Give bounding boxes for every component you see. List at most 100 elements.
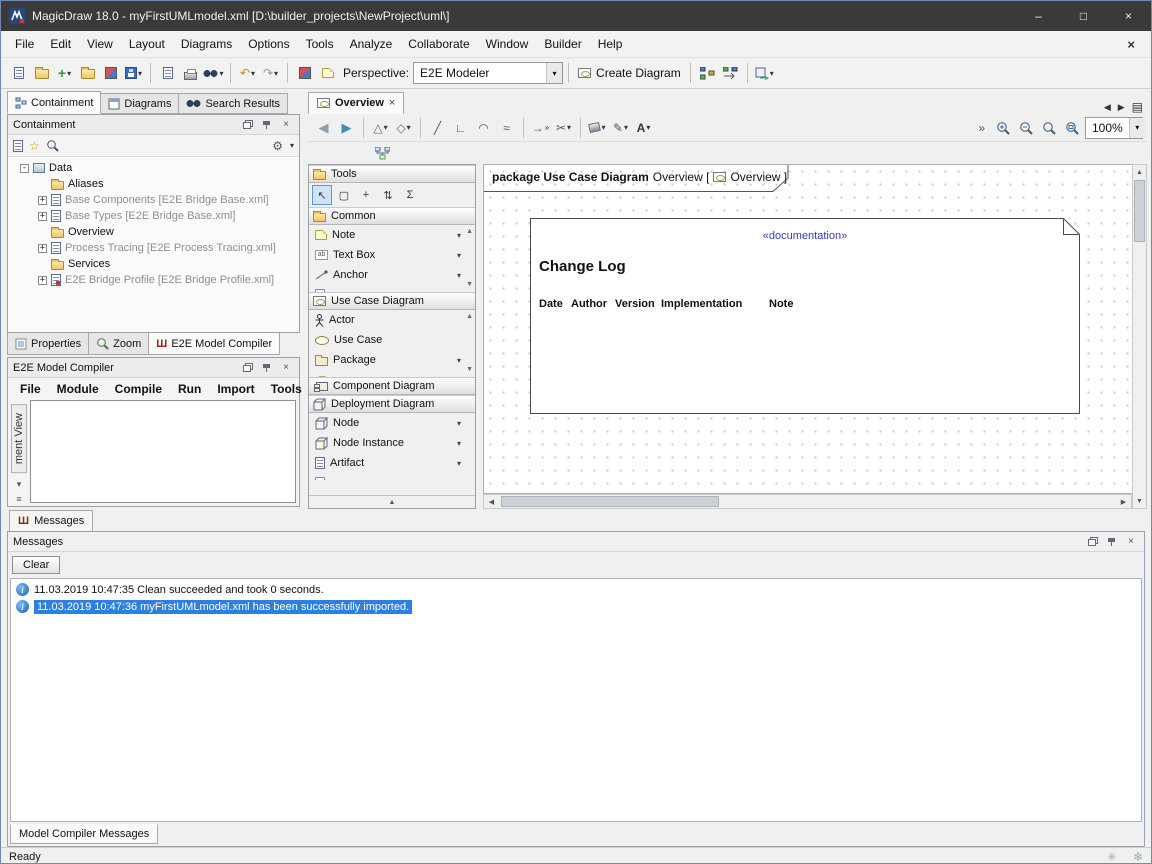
sum-tool-button[interactable]: Σ: [400, 185, 420, 205]
zoom-in-button[interactable]: [992, 116, 1013, 140]
tree-item-overview[interactable]: Overview: [8, 224, 299, 240]
menu-window[interactable]: Window: [478, 37, 537, 51]
documentation-note[interactable]: «documentation» Change Log Date Author V…: [530, 218, 1080, 414]
tab-overview-diagram[interactable]: Overview ×: [308, 92, 404, 114]
palette-item-package[interactable]: Package ▾: [309, 350, 475, 370]
tab-diagrams[interactable]: Diagrams: [100, 93, 179, 114]
open-module-button[interactable]: [77, 61, 98, 85]
collapse-icon[interactable]: -: [20, 164, 29, 173]
float-panel-icon[interactable]: [240, 361, 256, 375]
tree-item-services[interactable]: Services: [8, 256, 299, 272]
marquee-tool-button[interactable]: ▢: [334, 185, 354, 205]
menu-builder[interactable]: Builder: [536, 37, 589, 51]
pin-panel-icon[interactable]: [259, 118, 275, 132]
validate-button[interactable]: [294, 61, 315, 85]
palette-section-deployment-diagram[interactable]: Deployment Diagram: [309, 395, 475, 413]
close-tab-icon[interactable]: ×: [389, 97, 395, 109]
palette-item-artifact[interactable]: Artifact ▾: [309, 453, 475, 473]
chevron-down-icon[interactable]: ▾: [457, 356, 461, 365]
compiler-menu-import[interactable]: Import: [209, 382, 262, 396]
chevron-down-icon[interactable]: ▾: [457, 459, 461, 468]
model-transform-button[interactable]: [697, 61, 718, 85]
line-path-button[interactable]: ╱: [427, 116, 448, 140]
chevron-down-icon[interactable]: ▾: [546, 63, 562, 83]
menu-collaborate[interactable]: Collaborate: [400, 37, 477, 51]
float-panel-icon[interactable]: [240, 118, 256, 132]
close-panel-icon[interactable]: ×: [1123, 535, 1139, 549]
quick-search-icon[interactable]: [46, 139, 59, 152]
model-compare-button[interactable]: [720, 61, 741, 85]
compiler-menu-run[interactable]: Run: [170, 382, 209, 396]
tree-item-e2e-bridge-profile[interactable]: + E2E Bridge Profile [E2E Bridge Profile…: [8, 272, 299, 288]
close-panel-icon[interactable]: ×: [278, 361, 294, 375]
zoom-fit-button[interactable]: [1061, 116, 1082, 140]
compiler-menu-module[interactable]: Module: [49, 382, 107, 396]
scroll-down-icon[interactable]: ▼: [1133, 494, 1146, 508]
tree-item-base-components[interactable]: + Base Components [E2E Bridge Base.xml]: [8, 192, 299, 208]
message-row-selected[interactable]: i 11.03.2019 10:47:36 myFirstUMLmodel.xm…: [11, 598, 1141, 615]
chevron-down-icon[interactable]: ▾: [457, 419, 461, 428]
horizontal-scrollbar[interactable]: ◀ ▶: [483, 494, 1132, 509]
pin-panel-icon[interactable]: [1104, 535, 1120, 549]
select-tool-button[interactable]: ↖: [312, 185, 332, 205]
tree-item-process-tracing[interactable]: + Process Tracing [E2E Process Tracing.x…: [8, 240, 299, 256]
tab-e2e-model-compiler[interactable]: Ш E2E Model Compiler: [148, 333, 280, 355]
menu-diagrams[interactable]: Diagrams: [173, 37, 240, 51]
palette-item-node-instance[interactable]: Node Instance ▾: [309, 433, 475, 453]
collapse-all-icon[interactable]: [13, 140, 23, 152]
palette-item-text-box[interactable]: Text Box ▾: [309, 245, 475, 265]
toolbar-overflow-icon[interactable]: »: [978, 121, 985, 135]
spline-path-button[interactable]: ≈: [496, 116, 517, 140]
vertical-scrollbar[interactable]: ▲ ▼: [1132, 164, 1147, 509]
compiler-output-area[interactable]: [30, 400, 296, 503]
shape2-tool-button[interactable]: ◇▾: [393, 116, 414, 140]
menu-view[interactable]: View: [79, 37, 121, 51]
scrollbar-thumb[interactable]: [1134, 180, 1145, 242]
menu-analyze[interactable]: Analyze: [342, 37, 401, 51]
add-tool-button[interactable]: +: [356, 185, 376, 205]
palette-item-clipped[interactable]: [309, 473, 475, 480]
scrollbar-thumb[interactable]: [501, 496, 719, 507]
docked-view-tab[interactable]: ment View: [11, 404, 27, 473]
maximize-button[interactable]: □: [1061, 1, 1106, 31]
tree-item-data[interactable]: - Data: [8, 160, 299, 176]
print-button[interactable]: [180, 61, 201, 85]
chevron-down-icon[interactable]: ▾: [457, 439, 461, 448]
palette-section-use-case-diagram[interactable]: Use Case Diagram: [309, 292, 475, 310]
favorites-star-icon[interactable]: ☆: [29, 139, 40, 153]
create-diagram-button[interactable]: Create Diagram: [575, 61, 684, 85]
undo-button[interactable]: ↶▾: [237, 61, 258, 85]
palette-section-common[interactable]: Common: [309, 207, 475, 225]
tab-list-icon[interactable]: ▤: [1132, 100, 1143, 114]
rectilinear-path-button[interactable]: ∟: [450, 116, 471, 140]
chevron-down-icon[interactable]: ▾: [290, 141, 294, 150]
print-preview-button[interactable]: [157, 61, 178, 85]
palette-item-anchor[interactable]: Anchor ▾: [309, 265, 475, 285]
zoom-combo[interactable]: 100% ▾: [1085, 117, 1143, 139]
tab-messages[interactable]: Ш Messages: [9, 510, 93, 531]
use-module-button[interactable]: [100, 61, 121, 85]
memory-monitor-icon[interactable]: ❄: [1133, 850, 1143, 864]
compiler-menu-compile[interactable]: Compile: [107, 382, 170, 396]
menubar-close-icon[interactable]: ×: [1127, 37, 1135, 52]
diagram-canvas[interactable]: package Use Case Diagram Overview [ Over…: [483, 164, 1132, 494]
expand-icon[interactable]: +: [38, 196, 47, 205]
menu-help[interactable]: Help: [590, 37, 631, 51]
palette-item-node[interactable]: Node ▾: [309, 413, 475, 433]
scroll-up-icon[interactable]: ▲: [466, 228, 473, 236]
reorder-tool-button[interactable]: ⇅: [378, 185, 398, 205]
fill-color-button[interactable]: ▾: [587, 116, 608, 140]
redo-button[interactable]: ↷▾: [260, 61, 281, 85]
scroll-up-icon[interactable]: ▲: [1133, 165, 1146, 179]
scroll-left-icon[interactable]: ◀: [484, 495, 499, 508]
palette-item-note[interactable]: Note ▾: [309, 225, 475, 245]
pen-color-button[interactable]: ✎▾: [610, 116, 631, 140]
pin-panel-icon[interactable]: [259, 361, 275, 375]
tree-item-aliases[interactable]: Aliases: [8, 176, 299, 192]
tab-properties[interactable]: Properties: [7, 333, 89, 355]
view-menu-icon[interactable]: ≡: [16, 494, 21, 504]
expand-icon[interactable]: +: [38, 212, 47, 221]
tab-model-compiler-messages[interactable]: Model Compiler Messages: [10, 824, 158, 844]
split-button[interactable]: ✂▾: [553, 116, 574, 140]
tab-containment[interactable]: Containment: [7, 91, 101, 114]
